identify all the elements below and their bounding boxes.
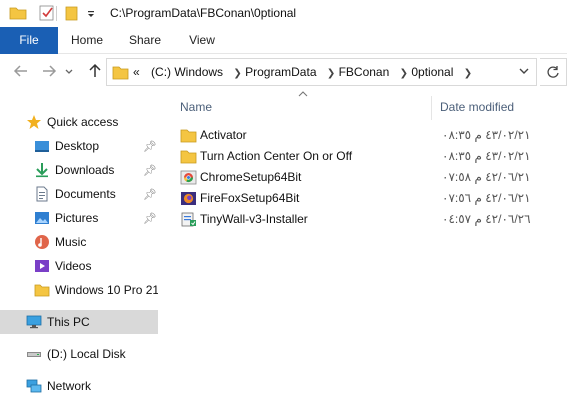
pin-icon[interactable]: 📌︎ — [143, 188, 157, 201]
sidebar-item-label: Music — [55, 235, 87, 249]
refresh-icon — [547, 66, 559, 78]
file-row-chromesetup64bit[interactable]: ChromeSetup64Bit ٤٢/٠٦/٢١ م ٠٧:٥٨ — [176, 167, 567, 188]
up-arrow-icon[interactable] — [86, 62, 104, 80]
properties-icon[interactable] — [38, 5, 56, 21]
pictures-icon — [35, 212, 49, 224]
videos-icon — [35, 260, 49, 272]
sidebar-item-label: Windows 10 Pro 21H — [55, 283, 158, 297]
file-row-tinywall-installer[interactable]: TinyWall-v3-Installer ٤٢/٠٦/٢٦ م ٠٤:٥٧ — [176, 209, 567, 230]
navigation-pane: Quick access Desktop 📌︎ Downloads 📌︎ Doc… — [0, 90, 160, 402]
sidebar-item-local-disk-d[interactable]: (D:) Local Disk — [0, 342, 158, 366]
documents-icon — [36, 186, 48, 202]
file-row-turn-action-center[interactable]: Turn Action Center On or Off ٤٣/٠٢/٢١ م … — [176, 146, 567, 167]
file-row-firefoxsetup64bit[interactable]: FireFoxSetup64Bit ٤٢/٠٦/٢١ م ٠٧:٥٦ — [176, 188, 567, 209]
file-date-modified: ٤٢/٠٦/٢١ م ٠٧:٥٦ — [442, 191, 531, 205]
sidebar-item-desktop[interactable]: Desktop 📌︎ — [0, 134, 158, 158]
breadcrumb-chevron-icon[interactable]: ❯ — [233, 68, 241, 79]
download-icon — [36, 163, 48, 178]
folder-icon — [180, 150, 197, 164]
file-name: ChromeSetup64Bit — [200, 170, 302, 184]
tab-home[interactable]: Home — [58, 27, 116, 54]
sidebar-item-pictures[interactable]: Pictures 📌︎ — [0, 206, 158, 230]
refresh-button[interactable] — [540, 58, 567, 86]
column-divider[interactable] — [431, 96, 432, 120]
chrome-setup-icon — [180, 170, 197, 185]
file-name: FireFoxSetup64Bit — [200, 191, 300, 205]
sidebar-item-label: (D:) Local Disk — [47, 347, 126, 361]
file-date-modified: ٤٢/٠٦/٢٦ م ٠٤:٥٧ — [442, 212, 531, 226]
pin-icon[interactable]: 📌︎ — [143, 140, 157, 153]
sidebar-item-label: Network — [47, 379, 92, 393]
folder-icon — [112, 66, 129, 80]
navigation-bar: « (C:) Windows ❯ ProgramData ❯ FBConan ❯… — [0, 54, 567, 90]
firefox-setup-icon — [181, 192, 196, 205]
title-bar: C:\ProgramData\FBConan\0ptional — [0, 0, 567, 27]
breadcrumb-chevron-icon[interactable]: ❯ — [327, 68, 335, 79]
sidebar-item-music[interactable]: Music — [0, 230, 158, 254]
sidebar-item-documents[interactable]: Documents 📌︎ — [0, 182, 158, 206]
file-date-modified: ٤٣/٠٢/٢١ م ٠٨:٣٥ — [442, 149, 531, 163]
desktop-icon — [35, 141, 49, 152]
tab-file[interactable]: File — [0, 27, 58, 54]
sidebar-item-label: Documents — [55, 187, 116, 201]
file-date-modified: ٤٣/٠٢/٢١ م ٠٨:٣٥ — [442, 128, 531, 142]
star-icon — [27, 115, 41, 129]
sidebar-item-label: Downloads — [55, 163, 115, 177]
music-icon — [35, 235, 49, 249]
ribbon-tabs: File Home Share View — [0, 27, 567, 54]
customize-toolbar-icon[interactable] — [86, 5, 96, 21]
pin-icon[interactable]: 📌︎ — [143, 164, 157, 177]
folder-icon — [34, 284, 50, 297]
this-pc-icon — [26, 315, 42, 329]
breadcrumb-overflow[interactable]: « — [133, 65, 140, 79]
sidebar-item-label: This PC — [47, 315, 90, 329]
title-separator — [56, 6, 57, 21]
recent-locations-chevron-icon[interactable] — [64, 62, 74, 80]
file-date-modified: ٤٢/٠٦/٢١ م ٠٧:٥٨ — [442, 170, 531, 184]
forward-arrow-icon[interactable] — [40, 62, 58, 80]
network-icon — [26, 379, 42, 393]
sidebar-item-this-pc[interactable]: This PC — [0, 310, 158, 334]
tab-view[interactable]: View — [174, 27, 230, 54]
file-name: TinyWall-v3-Installer — [200, 212, 308, 226]
sidebar-item-windows-10-pro[interactable]: Windows 10 Pro 21H — [0, 278, 158, 302]
drive-icon — [27, 352, 41, 357]
installer-icon — [181, 212, 196, 227]
back-arrow-icon[interactable] — [12, 62, 30, 80]
file-row-activator[interactable]: Activator ٤٣/٠٢/٢١ م ٠٨:٣٥ — [176, 125, 567, 146]
sort-ascending-icon — [298, 90, 308, 101]
folder-icon — [180, 129, 197, 143]
breadcrumb-item-programdata[interactable]: ProgramData — [245, 65, 316, 79]
new-folder-icon[interactable] — [64, 5, 82, 21]
folder-icon — [9, 7, 27, 20]
address-dropdown-chevron-icon[interactable] — [518, 64, 530, 81]
breadcrumb-item-c-windows[interactable]: (C:) Windows — [151, 65, 223, 79]
pin-icon[interactable]: 📌︎ — [143, 212, 157, 225]
window-title: C:\ProgramData\FBConan\0ptional — [110, 6, 297, 20]
file-name: Turn Action Center On or Off — [200, 149, 353, 163]
breadcrumb: « (C:) Windows ❯ ProgramData ❯ FBConan ❯… — [133, 65, 472, 79]
breadcrumb-chevron-icon[interactable]: ❯ — [464, 68, 472, 79]
sidebar-item-label: Desktop — [55, 139, 100, 153]
file-list: Name Date modified Activator ٤٣/٠٢/٢١ م … — [160, 90, 567, 402]
sidebar-item-quick-access[interactable]: Quick access — [0, 110, 158, 134]
breadcrumb-chevron-icon[interactable]: ❯ — [400, 68, 408, 79]
address-bar[interactable]: « (C:) Windows ❯ ProgramData ❯ FBConan ❯… — [106, 58, 537, 86]
sidebar-item-label: Videos — [55, 259, 92, 273]
sidebar-item-label: Quick access — [47, 115, 119, 129]
breadcrumb-item-0ptional[interactable]: 0ptional — [411, 65, 453, 79]
column-header-date-modified[interactable]: Date modified — [440, 100, 514, 114]
sidebar-item-downloads[interactable]: Downloads 📌︎ — [0, 158, 158, 182]
sidebar-item-videos[interactable]: Videos — [0, 254, 158, 278]
sidebar-item-network[interactable]: Network — [0, 374, 158, 398]
sidebar-item-label: Pictures — [55, 211, 99, 225]
file-name: Activator — [200, 128, 247, 142]
tab-share[interactable]: Share — [116, 27, 174, 54]
column-header-name[interactable]: Name — [180, 100, 212, 114]
breadcrumb-item-fbconan[interactable]: FBConan — [339, 65, 390, 79]
